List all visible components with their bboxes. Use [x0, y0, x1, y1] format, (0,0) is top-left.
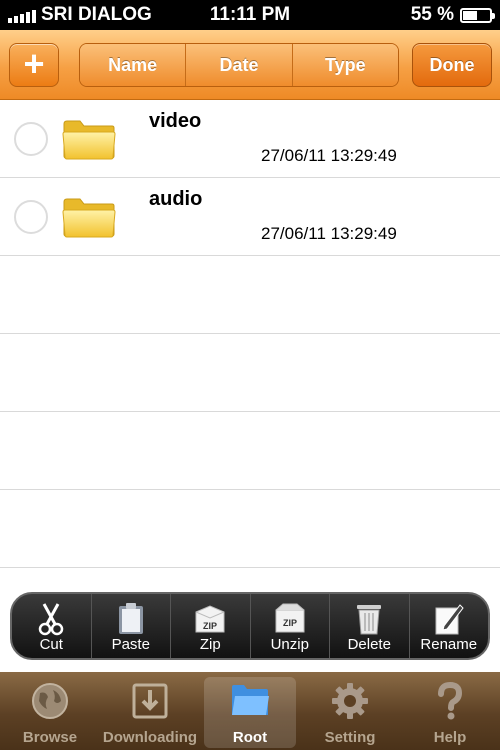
empty-row: [0, 334, 500, 412]
question-icon: [438, 681, 463, 720]
tab-downloading-label: Downloading: [102, 729, 198, 746]
gear-icon: [332, 683, 368, 719]
sort-by-name-button[interactable]: Name: [80, 44, 187, 86]
zip-icon: ZIP: [195, 605, 225, 633]
tab-downloading[interactable]: Downloading: [100, 672, 200, 750]
clipboard-icon: [118, 603, 143, 634]
paste-label: Paste: [111, 636, 150, 653]
done-button[interactable]: Done: [412, 43, 492, 87]
tab-bar: Browse Downloading Root Setting Help: [0, 672, 500, 750]
cut-label: Cut: [39, 636, 63, 653]
scissors-icon: [39, 603, 64, 636]
empty-row: [0, 490, 500, 568]
rename-button[interactable]: Rename: [410, 594, 489, 658]
signal-strength-icon: [8, 7, 36, 23]
unzip-icon: ZIP: [275, 603, 305, 633]
select-radio[interactable]: [14, 200, 48, 234]
file-action-bar: Cut Paste ZIP Zip ZIP Unzip Delete Renam…: [10, 592, 490, 660]
zip-button[interactable]: ZIP Zip: [171, 594, 251, 658]
folder-icon: [232, 685, 269, 715]
add-button[interactable]: +: [9, 43, 59, 87]
tab-root-label: Root: [232, 729, 268, 746]
zip-label: Zip: [199, 636, 221, 653]
globe-icon: [32, 683, 68, 719]
file-list: video 27/06/11 13:29:49 audio 27/06/11 1…: [0, 100, 500, 568]
battery-icon: [460, 7, 495, 23]
sort-segmented-control: Name Date Type: [79, 43, 399, 87]
unzip-button[interactable]: ZIP Unzip: [251, 594, 330, 658]
select-radio[interactable]: [14, 122, 48, 156]
download-icon: [132, 683, 168, 719]
unzip-label: Unzip: [270, 636, 309, 653]
delete-label: Delete: [347, 636, 391, 653]
empty-row: [0, 412, 500, 490]
file-name: video: [149, 110, 202, 132]
file-date: 27/06/11 13:29:49: [261, 146, 397, 165]
list-item[interactable]: video 27/06/11 13:29:49: [0, 100, 500, 178]
rename-label: Rename: [420, 636, 478, 653]
pencil-icon: [435, 604, 464, 635]
tab-help[interactable]: Help: [400, 672, 500, 750]
tab-help-label: Help: [433, 729, 467, 746]
list-item[interactable]: audio 27/06/11 13:29:49: [0, 178, 500, 256]
cut-button[interactable]: Cut: [12, 594, 92, 658]
top-toolbar: + Name Date Type Done: [0, 30, 500, 100]
file-date: 27/06/11 13:29:49: [261, 224, 397, 243]
sort-by-type-button[interactable]: Type: [292, 44, 398, 86]
file-name: audio: [149, 188, 203, 210]
empty-row: [0, 256, 500, 334]
tab-root[interactable]: Root: [200, 672, 300, 750]
battery-percent: 55 %: [410, 4, 454, 25]
tab-browse[interactable]: Browse: [0, 672, 100, 750]
status-bar: SRI DIALOG 11:11 PM 55 %: [0, 0, 500, 30]
tab-setting[interactable]: Setting: [300, 672, 400, 750]
carrier-name: SRI DIALOG: [41, 4, 152, 25]
sort-by-date-button[interactable]: Date: [186, 44, 293, 86]
folder-icon: [62, 198, 116, 238]
paste-button[interactable]: Paste: [92, 594, 171, 658]
tab-setting-label: Setting: [324, 729, 376, 746]
trash-icon: [357, 605, 382, 635]
tab-browse-label: Browse: [22, 729, 78, 746]
svg-text:ZIP: ZIP: [203, 621, 217, 631]
folder-icon: [62, 120, 116, 160]
delete-button[interactable]: Delete: [330, 594, 410, 658]
svg-text:ZIP: ZIP: [283, 618, 297, 628]
